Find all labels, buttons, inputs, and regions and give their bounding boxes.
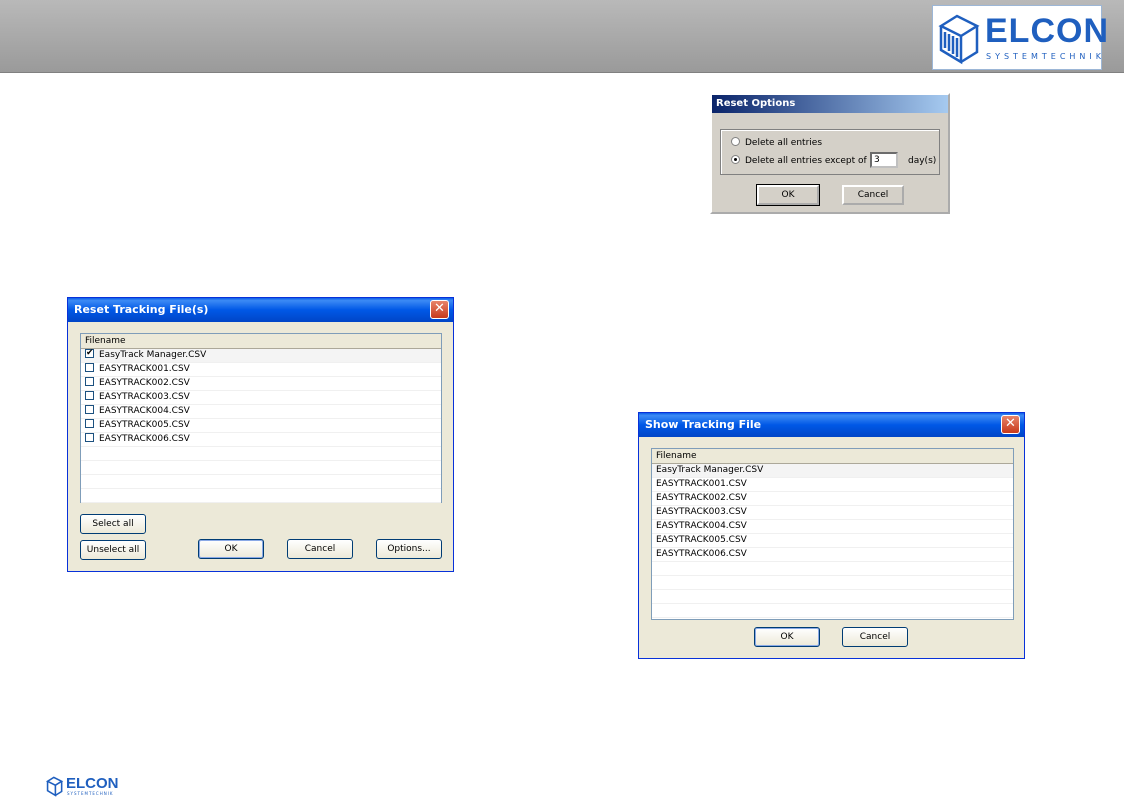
dialog-title-bar: Show Tracking File ✕ (639, 413, 1024, 437)
list-item[interactable]: EASYTRACK005.CSV (81, 419, 441, 433)
logo-cube-icon (938, 14, 980, 65)
empty-row (652, 576, 1013, 590)
cancel-button[interactable]: Cancel (287, 539, 353, 559)
checkbox[interactable] (85, 405, 94, 414)
list-item[interactable]: EASYTRACK002.CSV (652, 492, 1013, 506)
logo-tagline: SYSTEMTECHNIK (986, 52, 1106, 61)
list-item[interactable]: EASYTRACK002.CSV (81, 377, 441, 391)
list-item[interactable]: EASYTRACK005.CSV (652, 534, 1013, 548)
checkbox[interactable] (85, 391, 94, 400)
footer-logo: ELCON SYSTEMTECHNIK (46, 775, 126, 797)
column-header-filename[interactable]: Filename (81, 334, 441, 349)
file-name: EASYTRACK006.CSV (99, 434, 190, 444)
file-name: EasyTrack Manager.CSV (99, 350, 207, 360)
file-list[interactable]: Filename EasyTrack Manager.CSV EASYTRACK0… (651, 448, 1014, 620)
checkbox[interactable] (85, 433, 94, 442)
list-item[interactable]: EasyTrack Manager.CSV (652, 464, 1013, 478)
close-icon[interactable]: ✕ (1001, 415, 1020, 434)
checkbox[interactable] (85, 377, 94, 386)
empty-row (81, 447, 441, 461)
list-item[interactable]: EASYTRACK003.CSV (81, 391, 441, 405)
ok-button[interactable]: OK (756, 184, 820, 206)
list-item[interactable]: EASYTRACK001.CSV (652, 478, 1013, 492)
empty-row (81, 475, 441, 489)
radio-delete-except[interactable] (731, 155, 740, 164)
radio-delete-all[interactable] (731, 137, 740, 146)
file-list[interactable]: Filename ✔ EasyTrack Manager.CSV EASYTRACK… (80, 333, 442, 503)
option-delete-all-label: Delete all entries (745, 138, 823, 148)
file-name: EASYTRACK001.CSV (99, 364, 190, 374)
select-all-button[interactable]: Select all (80, 514, 146, 534)
empty-row (81, 461, 441, 475)
days-unit-label: day(s) (908, 156, 937, 166)
dialog-title: Reset Tracking File(s) (74, 303, 209, 316)
empty-row (652, 590, 1013, 604)
list-item[interactable]: EASYTRACK006.CSV (652, 548, 1013, 562)
file-name: EASYTRACK004.CSV (99, 406, 190, 416)
reset-options-dialog: Reset Options Delete all entries Delete … (710, 93, 950, 214)
ok-button[interactable]: OK (754, 627, 820, 647)
options-group: Delete all entries Delete all entries ex… (720, 129, 940, 175)
checkbox[interactable] (85, 363, 94, 372)
empty-row (81, 489, 441, 503)
list-item[interactable]: EASYTRACK003.CSV (652, 506, 1013, 520)
option-delete-except[interactable]: Delete all entries except of last (731, 155, 886, 166)
list-item[interactable]: EASYTRACK004.CSV (81, 405, 441, 419)
checkbox[interactable]: ✔ (85, 349, 94, 358)
reset-tracking-dialog: Reset Tracking File(s) ✕ Filename ✔ EasyT… (67, 297, 454, 572)
days-input[interactable]: 3 (870, 152, 898, 168)
empty-row (652, 562, 1013, 576)
list-item[interactable]: ✔ EasyTrack Manager.CSV (81, 349, 441, 363)
unselect-all-button[interactable]: Unselect all (80, 540, 146, 560)
header-bar: ELCON SYSTEMTECHNIK (0, 0, 1124, 73)
elcon-logo: ELCON SYSTEMTECHNIK (932, 5, 1108, 70)
logo-cube-icon (46, 776, 64, 797)
file-name: EASYTRACK002.CSV (99, 378, 190, 388)
cancel-button[interactable]: Cancel (842, 185, 904, 205)
logo-wordmark: ELCON (985, 12, 1109, 50)
option-delete-all[interactable]: Delete all entries (731, 137, 823, 148)
option-delete-except-label: Delete all entries except of last (745, 156, 886, 166)
ok-button[interactable]: OK (198, 539, 264, 559)
show-tracking-dialog: Show Tracking File ✕ Filename EasyTrack … (638, 412, 1025, 659)
list-item[interactable]: EASYTRACK004.CSV (652, 520, 1013, 534)
logo-tagline: SYSTEMTECHNIK (67, 791, 114, 796)
file-name: EASYTRACK005.CSV (99, 420, 190, 430)
cancel-button[interactable]: Cancel (842, 627, 908, 647)
list-item[interactable]: EASYTRACK006.CSV (81, 433, 441, 447)
list-item[interactable]: EASYTRACK001.CSV (81, 363, 441, 377)
close-icon[interactable]: ✕ (430, 300, 449, 319)
dialog-title-bar: Reset Tracking File(s) ✕ (68, 298, 453, 322)
dialog-title: Reset Options (712, 95, 948, 113)
options-button[interactable]: Options... (376, 539, 442, 559)
column-header-filename[interactable]: Filename (652, 449, 1013, 464)
empty-row (652, 604, 1013, 618)
logo-wordmark: ELCON (66, 775, 119, 792)
file-name: EASYTRACK003.CSV (99, 392, 190, 402)
checkbox[interactable] (85, 419, 94, 428)
dialog-title: Show Tracking File (645, 418, 762, 431)
